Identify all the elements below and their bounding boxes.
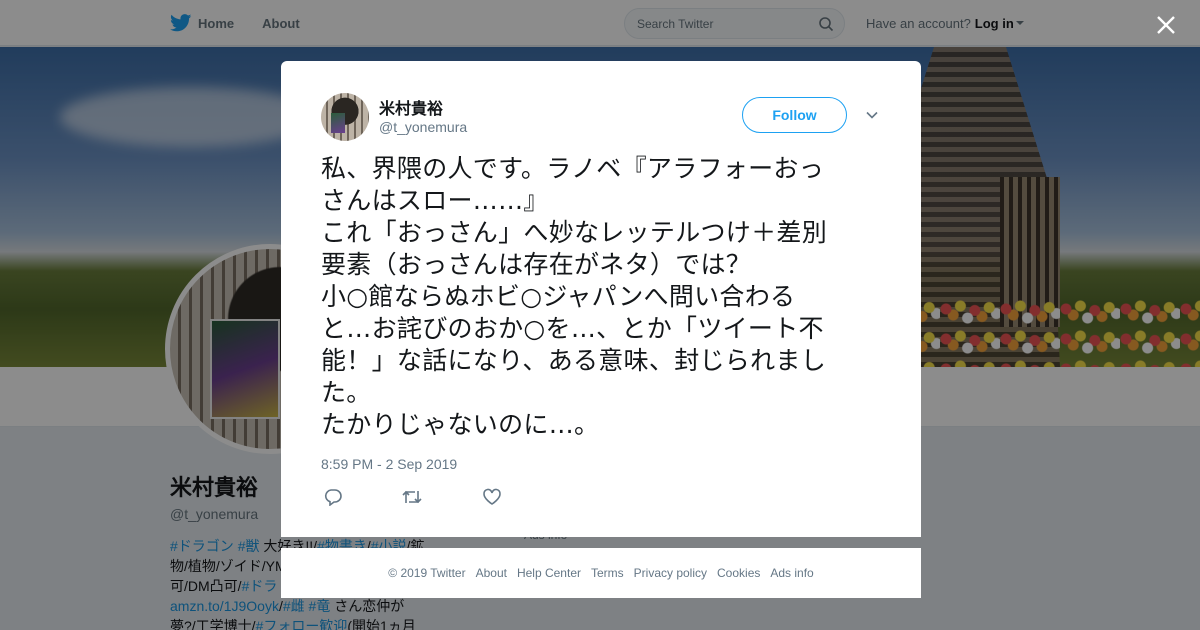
footer-about-link[interactable]: About [476,566,507,580]
tweet-author-avatar[interactable] [321,93,369,141]
heart-icon[interactable] [482,488,502,506]
retweet-icon[interactable] [401,488,423,506]
tweet-modal: 米村貴裕 @t_yonemura Follow 私、界隈の人です。ラノベ『アラフ… [281,61,921,537]
tweet-author-handle[interactable]: @t_yonemura [379,119,467,135]
tweet-timestamp[interactable]: 8:59 PM - 2 Sep 2019 [321,456,457,472]
footer-help-center-link[interactable]: Help Center [517,566,581,580]
footer-cookies-link[interactable]: Cookies [717,566,760,580]
footer-copyright: © 2019 Twitter [388,566,466,580]
chevron-down-icon[interactable] [864,107,880,123]
close-icon [1157,16,1175,34]
close-modal-button[interactable] [1152,11,1180,39]
footer-ads-info-link[interactable]: Ads info [770,566,813,580]
footer-privacy-link[interactable]: Privacy policy [634,566,707,580]
tweet-author-name[interactable]: 米村貴裕 [379,95,443,119]
modal-footer: © 2019 Twitter About Help Center Terms P… [281,548,921,598]
reply-icon[interactable] [323,488,343,506]
tweet-text: 私、界隈の人です。ラノベ『アラフォーおっ さんはスロー……』 これ「おっさん」へ… [321,154,828,439]
follow-button[interactable]: Follow [742,97,847,133]
footer-terms-link[interactable]: Terms [591,566,624,580]
